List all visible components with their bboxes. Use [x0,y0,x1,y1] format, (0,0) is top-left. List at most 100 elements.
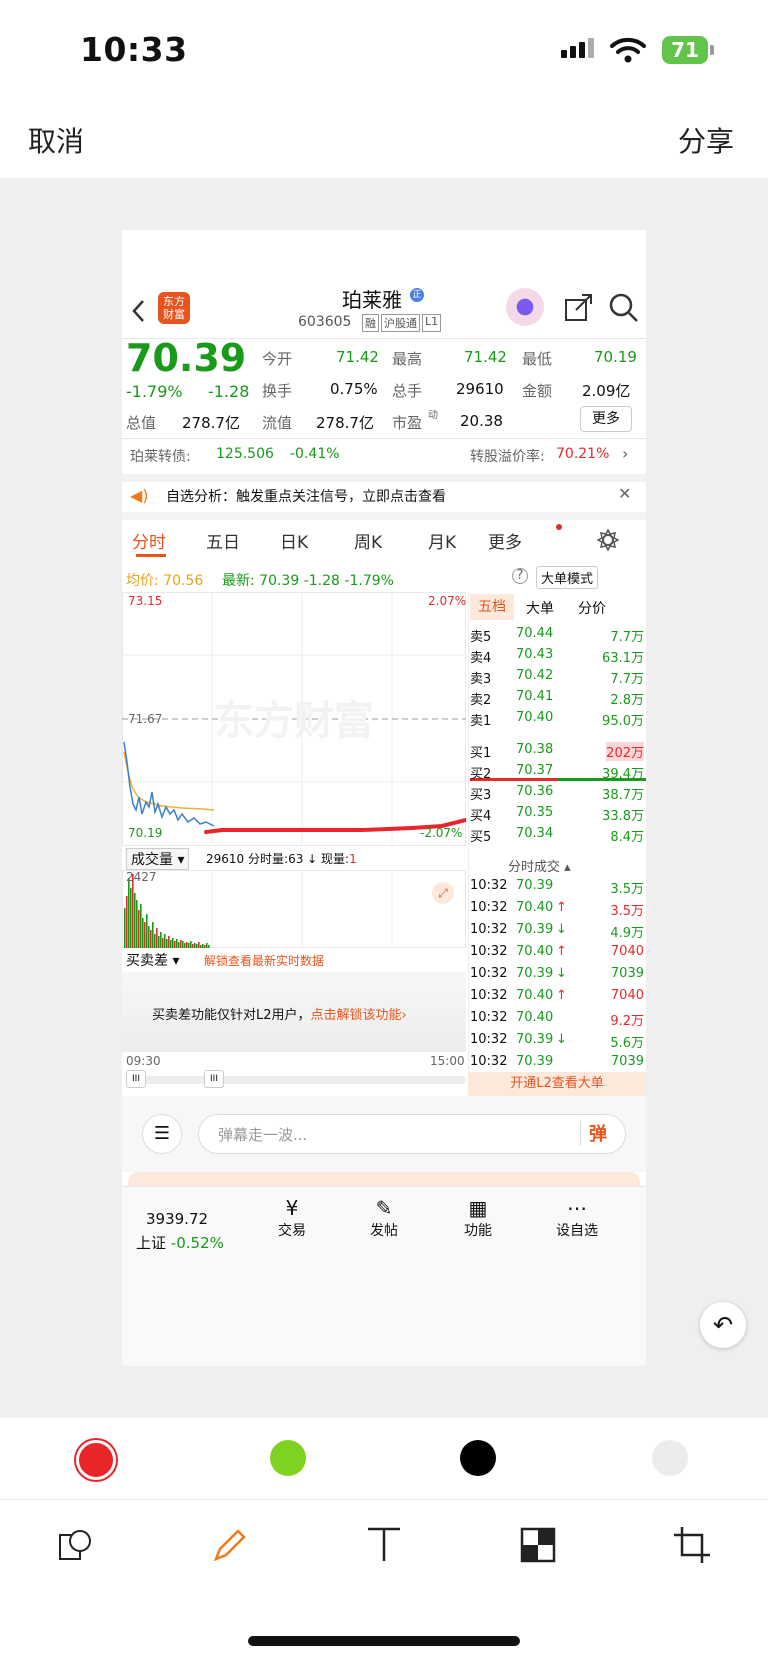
color-black[interactable] [460,1440,496,1476]
volume-bar [152,922,154,948]
pen-tool-icon[interactable] [210,1525,250,1565]
help-icon[interactable]: ? [512,568,528,584]
screenshot-preview: 东方 财富 珀莱雅 正 603605 融 沪股通 L1 70.39 -1.79%… [122,230,646,1366]
volume-bar [162,938,164,948]
tab-more[interactable]: 更多 [488,528,522,553]
turnover-value: 0.75% [330,380,378,398]
pe-sup: 动 [428,410,438,421]
tab-monthly-k[interactable]: 月K [428,528,456,553]
mosaic-tool-icon[interactable] [518,1525,558,1565]
color-light[interactable] [652,1440,688,1476]
share-icon[interactable] [564,292,594,322]
bid-row: 买5 70.34 8.4万 [470,826,646,846]
nav-watchlist[interactable]: ⋯ 设自选 [542,1196,612,1240]
color-green[interactable] [270,1440,306,1476]
volume-bar [198,942,200,948]
book-price: 70.38 [516,742,554,757]
battery-icon: 71 [662,36,708,64]
float-value: 278.7亿 [316,414,374,432]
share-button[interactable]: 分享 [678,120,734,160]
crop-tool-icon[interactable] [672,1525,712,1565]
danmu-send-button[interactable]: 弹 [580,1120,607,1146]
trade-icon: ¥ [285,1196,299,1220]
tag-margin: 融 [362,314,379,332]
ask-row: 卖1 70.40 95.0万 [470,710,646,730]
search-icon[interactable] [608,292,640,324]
volume-bar [188,943,190,948]
tab-daily-k[interactable]: 日K [280,528,308,553]
pe-label: 市盈 [392,414,423,432]
assistant-avatar[interactable] [506,288,544,326]
undo-icon[interactable]: ↶ [700,1302,746,1348]
book-label: 买4 [470,809,492,824]
book-volume: 202万 [606,742,644,761]
shape-tool-icon[interactable] [56,1525,96,1565]
volume-bar [136,900,138,948]
book-tab-big[interactable]: 大单 [526,598,554,618]
price-chart[interactable]: 东方财富 [122,592,466,846]
volume-bar [134,893,136,948]
book-volume: 8.4万 [610,830,644,845]
big-order-mode-button[interactable]: 大单模式 [536,566,599,589]
volume-selector[interactable]: 成交量 ▾ [126,848,190,870]
danmu-list-icon[interactable]: ☰ [142,1114,182,1154]
close-icon[interactable]: ✕ [618,484,631,503]
volume-bar [186,942,188,948]
more-stats-button[interactable]: 更多 [580,406,632,432]
volume-bar [130,888,132,948]
volume-bar [168,936,170,948]
cancel-button[interactable]: 取消 [28,120,84,160]
diff-selector[interactable]: 买卖差 ▾ [126,950,179,970]
book-label: 卖2 [470,693,492,708]
edit-icon: ✎ [375,1196,393,1220]
book-volume: 2.8万 [610,693,644,708]
tab-timeshare[interactable]: 分时 [132,528,166,553]
index-name[interactable]: 上证 -0.52% [136,1232,224,1253]
low-value: 70.19 [594,348,637,366]
tab-weekly-k[interactable]: 周K [354,528,382,553]
volume-bar [142,918,144,948]
ask-row: 卖2 70.41 2.8万 [470,689,646,709]
color-red[interactable] [76,1440,116,1480]
book-tab-price[interactable]: 分价 [578,598,606,618]
bid-row: 买3 70.36 38.7万 [470,784,646,804]
volume-bar [172,938,174,948]
volume-bar [190,941,192,948]
notice-text[interactable]: 自选分析：触发重点关注信号，立即点击查看 [166,486,446,506]
book-tab-five[interactable]: 五档 [470,594,514,620]
range-slider[interactable] [126,1076,466,1084]
diff-message: 买卖差功能仅针对L2用户，点击解锁该功能› [152,1008,407,1023]
time-start: 09:30 [126,1054,161,1068]
settings-icon[interactable] [596,528,620,552]
expand-icon[interactable]: ⤢ [432,882,454,904]
speaker-icon: ◀) [130,486,149,505]
text-tool-icon[interactable] [364,1525,404,1565]
open-value: 71.42 [336,348,379,366]
book-price: 70.35 [516,805,554,820]
volume-bar [178,942,180,948]
unlock-link[interactable]: 点击解锁该功能 [311,1008,402,1023]
time-end: 15:00 [430,1054,465,1068]
l2-banner[interactable]: 开通L2查看大单 [468,1072,646,1096]
diff-unlock-text[interactable]: 解锁查看最新实时数据 [204,952,324,969]
nav-trade[interactable]: ¥ 交易 [262,1196,322,1240]
nav-post[interactable]: ✎ 发帖 [354,1196,414,1240]
tag-level: L1 [422,314,442,332]
volume-bar [174,941,176,948]
chevron-right-icon[interactable]: › [622,444,628,463]
nav-functions[interactable]: ▦ 功能 [448,1196,508,1240]
range-handle-left[interactable]: III [126,1070,146,1088]
book-label: 卖5 [470,630,492,645]
mktcap-value: 278.7亿 [182,414,240,432]
tab-indicator [136,554,166,557]
book-price: 70.40 [516,710,554,725]
volume-bar [146,914,148,948]
premium-label[interactable]: 转股溢价率: [470,446,545,466]
book-volume: 63.1万 [602,651,644,666]
book-volume: 33.8万 [602,809,644,824]
volume-bar [128,878,130,948]
volume-chart[interactable] [122,870,466,948]
tab-five-day[interactable]: 五日 [206,528,240,553]
back-icon[interactable] [130,298,146,324]
range-handle-right[interactable]: III [204,1070,224,1088]
